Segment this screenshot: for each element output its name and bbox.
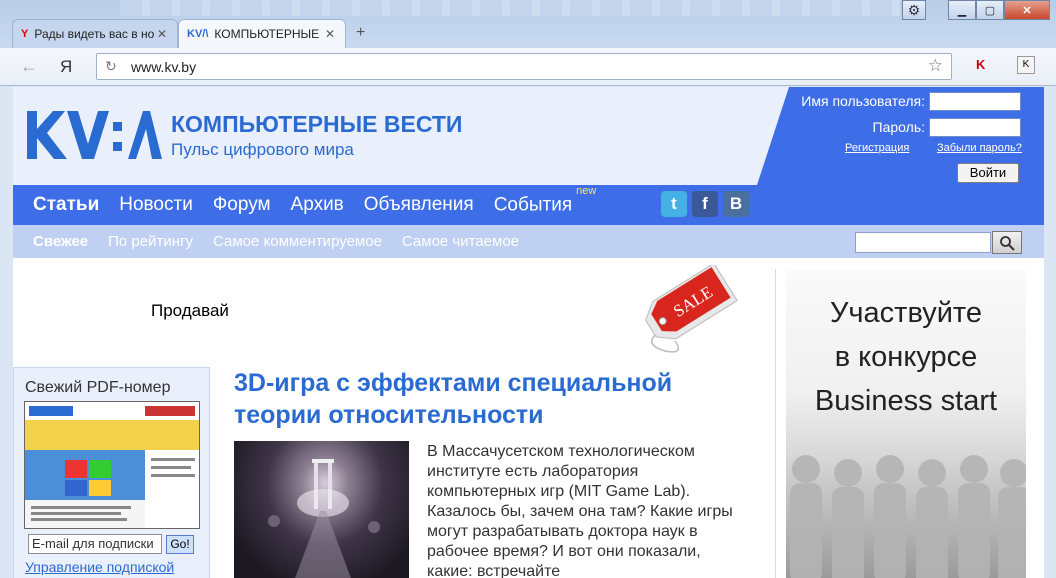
password-label: Пароль:: [872, 119, 925, 135]
pdf-issue-box: Свежий PDF-номер E-mail для подписки Go!…: [13, 367, 210, 578]
site-tagline: Пульс цифрового мира: [171, 140, 354, 159]
site-title[interactable]: КОМПЬЮТЕРНЫЕ ВЕСТИ: [171, 111, 462, 138]
register-link[interactable]: Регистрация: [845, 142, 909, 154]
go-button[interactable]: Go!: [166, 535, 194, 554]
minimize-button[interactable]: ▁: [948, 0, 976, 20]
nav-news[interactable]: Новости: [119, 194, 193, 216]
banner-line-3: Business start: [814, 385, 998, 417]
nav-articles[interactable]: Статьи: [33, 194, 99, 216]
password-input[interactable]: [929, 118, 1021, 137]
login-panel: Имя пользователя: Пароль: Регистрация За…: [757, 87, 1044, 185]
star-icon[interactable]: ☆: [928, 56, 943, 76]
crowd-silhouette-image: [790, 455, 1026, 578]
yandex-button[interactable]: Я: [60, 57, 72, 77]
column-divider: [775, 269, 776, 578]
new-badge: new: [576, 184, 597, 197]
article-headline[interactable]: 3D-игра с эффектами специальной теории о…: [234, 367, 754, 431]
browser-toolbar: ← Я ↻ www.kv.by ☆ K K: [0, 48, 1056, 86]
kaspersky-extension-icon[interactable]: K: [976, 57, 992, 73]
business-start-banner[interactable]: Участвуйте в конкурсе Business start: [786, 269, 1026, 578]
nav-events-label: События: [493, 194, 573, 216]
web-page: КОМПЬЮТЕРНЫЕ ВЕСТИ Пульс цифрового мира …: [13, 87, 1044, 578]
subnav-rating[interactable]: По рейтингу: [108, 233, 193, 250]
kv-logo[interactable]: [25, 109, 163, 161]
promo-text[interactable]: Продавай: [151, 301, 229, 321]
game-scene-image: [268, 459, 380, 578]
manage-subscription-link[interactable]: Управление подпиской: [25, 559, 174, 575]
subnav-fresh[interactable]: Свежее: [33, 233, 88, 250]
extension-k-icon[interactable]: K: [1017, 56, 1035, 74]
tab-kv[interactable]: KV/\ КОМПЬЮТЕРНЫЕ ВЕС ✕: [178, 19, 346, 48]
search-input[interactable]: [855, 232, 991, 253]
article-teaser: В Массачусетском технологическом институ…: [427, 443, 733, 578]
window-controls: ▁ ▢ ✕: [948, 0, 1050, 20]
background-decoration: [120, 0, 900, 16]
facebook-icon[interactable]: f: [692, 191, 718, 217]
vkontakte-icon[interactable]: B: [723, 191, 749, 217]
tab-title: КОМПЬЮТЕРНЫЕ ВЕС: [214, 27, 323, 41]
banner-line-1: Участвуйте: [830, 297, 982, 329]
tab-yandex[interactable]: Y Рады видеть вас в нов ✕: [12, 19, 178, 48]
nav-events[interactable]: Событияnew: [493, 185, 597, 216]
magazine-cover-thumbnail: [25, 402, 199, 528]
email-subscribe-input[interactable]: E-mail для подписки: [28, 534, 162, 554]
search-button[interactable]: [992, 231, 1022, 254]
main-nav: Статьи Новости Форум Архив Объявления Со…: [13, 185, 1044, 225]
kv-favicon-icon: KV/\: [187, 28, 209, 40]
tab-strip: Y Рады видеть вас в нов ✕ KV/\ КОМПЬЮТЕР…: [0, 0, 1056, 48]
search-icon: [1000, 235, 1015, 251]
url-text[interactable]: www.kv.by: [131, 59, 196, 75]
back-arrow-icon[interactable]: ←: [20, 56, 38, 77]
maximize-button[interactable]: ▢: [976, 0, 1004, 20]
username-input[interactable]: [929, 92, 1021, 111]
forgot-password-link[interactable]: Забыли пароль?: [937, 142, 1022, 154]
subnav-most-read[interactable]: Самое читаемое: [402, 233, 519, 250]
reload-icon[interactable]: ↻: [105, 58, 117, 75]
banner-line-2: в конкурсе: [834, 341, 978, 373]
close-tab-icon[interactable]: ✕: [323, 27, 337, 41]
yandex-favicon-icon: Y: [21, 28, 29, 40]
tab-title: Рады видеть вас в нов: [34, 27, 155, 41]
close-tab-icon[interactable]: ✕: [155, 27, 169, 41]
nav-forum[interactable]: Форум: [213, 194, 271, 216]
close-window-button[interactable]: ✕: [1004, 0, 1050, 20]
new-tab-button[interactable]: +: [356, 24, 365, 42]
username-label: Имя пользователя:: [801, 93, 925, 109]
address-bar[interactable]: ↻ www.kv.by ☆: [96, 53, 952, 80]
subnav-most-commented[interactable]: Самое комментируемое: [213, 233, 382, 250]
login-button[interactable]: Войти: [957, 163, 1019, 183]
sale-tag-icon[interactable]: SALE: [635, 265, 741, 357]
nav-archive[interactable]: Архив: [291, 194, 344, 216]
social-links: t f B: [661, 191, 749, 217]
site-header: КОМПЬЮТЕРНЫЕ ВЕСТИ Пульс цифрового мира …: [13, 87, 1044, 185]
gear-icon[interactable]: ⚙: [902, 0, 926, 20]
article-image[interactable]: [234, 441, 409, 578]
browser-window: Y Рады видеть вас в нов ✕ KV/\ КОМПЬЮТЕР…: [0, 0, 1056, 578]
pdf-title: Свежий PDF-номер: [25, 379, 171, 396]
nav-ads[interactable]: Объявления: [364, 194, 474, 216]
pdf-cover-image[interactable]: [24, 401, 200, 529]
twitter-icon[interactable]: t: [661, 191, 687, 217]
